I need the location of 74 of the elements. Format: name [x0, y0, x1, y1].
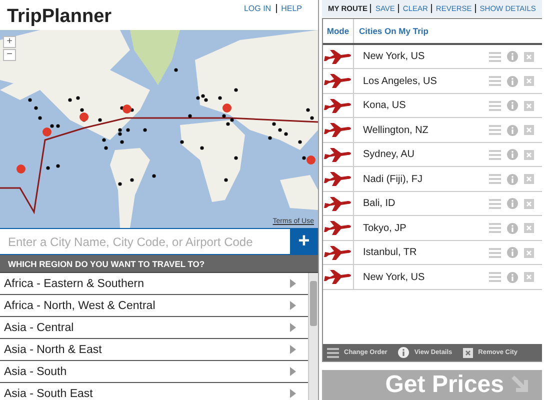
airplane-icon	[324, 50, 352, 64]
column-header: Cities On My Trip	[358, 26, 428, 36]
drag-handle-icon[interactable]	[489, 198, 501, 209]
drag-handle-icon[interactable]	[489, 76, 501, 86]
info-icon[interactable]	[507, 174, 518, 185]
airplane-icon	[324, 196, 352, 211]
remove-icon[interactable]	[524, 223, 534, 234]
arrow-icon	[290, 279, 296, 288]
region-item[interactable]: Africa - Eastern & Southern	[0, 273, 308, 295]
airplane-icon	[324, 221, 352, 236]
region-item[interactable]: Asia - Central	[0, 317, 308, 339]
info-icon[interactable]	[507, 149, 518, 160]
remove-icon[interactable]	[524, 174, 534, 184]
city-name: Tokyo, JP	[362, 222, 408, 234]
region-item[interactable]: Asia - South	[0, 361, 308, 383]
arrow-icon	[290, 367, 296, 376]
airplane-icon	[324, 148, 352, 162]
info-icon[interactable]	[507, 76, 518, 87]
header-link[interactable]: LOG IN	[242, 4, 274, 13]
arrow-icon	[290, 345, 296, 354]
info-icon[interactable]	[507, 222, 518, 234]
city-name: New York, US	[362, 51, 426, 62]
info-icon[interactable]	[507, 198, 518, 210]
city-name: Istanbul, TR	[362, 247, 418, 258]
info-icon[interactable]	[507, 272, 518, 283]
remove-icon[interactable]	[524, 198, 534, 209]
airplane-icon	[324, 74, 352, 88]
header-link[interactable]: HELP	[276, 4, 304, 13]
drag-handle-icon[interactable]	[489, 248, 501, 258]
city-name: Sydney, AU	[362, 149, 416, 160]
info-icon	[398, 347, 410, 358]
drag-handle-icon	[327, 348, 339, 358]
app-title: TripPlanner	[7, 6, 112, 29]
info-icon[interactable]	[507, 124, 518, 136]
drag-handle-icon[interactable]	[489, 125, 501, 136]
remove-icon[interactable]	[524, 150, 534, 160]
remove-icon[interactable]	[524, 76, 534, 86]
city-name: Wellington, NZ	[362, 124, 430, 136]
drag-handle-icon[interactable]	[489, 100, 501, 111]
arrow-icon	[290, 323, 296, 332]
remove-icon	[463, 348, 474, 358]
scrollbar[interactable]	[308, 273, 318, 400]
city-name: Nadi (Fiji), FJ	[362, 174, 424, 185]
city-name: Kona, US	[362, 100, 407, 112]
remove-icon[interactable]	[524, 100, 534, 111]
drag-handle-icon[interactable]	[489, 52, 501, 62]
remove-icon[interactable]	[524, 125, 534, 136]
drag-handle-icon[interactable]	[489, 223, 501, 234]
region-item[interactable]: Africa - North, West & Central	[0, 295, 308, 317]
airplane-icon	[324, 123, 352, 138]
city-name: New York, US	[362, 272, 426, 283]
info-icon[interactable]	[507, 100, 518, 112]
city-name: Bali, ID	[362, 198, 396, 210]
info-icon[interactable]	[507, 51, 518, 62]
drag-handle-icon[interactable]	[489, 150, 501, 160]
column-header: Mode	[323, 18, 354, 43]
remove-icon[interactable]	[524, 272, 534, 282]
airplane-icon	[324, 172, 352, 186]
zoom-in-button[interactable]: +	[3, 36, 16, 48]
city-name: Los Angeles, US	[362, 76, 438, 87]
city-search-field[interactable]: Enter a City Name, City Code, or Airport Code	[0, 229, 290, 254]
zoom-out-button[interactable]: −	[3, 49, 16, 61]
info-icon[interactable]	[507, 247, 518, 258]
arrow-icon	[290, 301, 296, 310]
airplane-icon	[324, 270, 352, 284]
drag-handle-icon[interactable]	[489, 272, 501, 282]
airplane-icon	[324, 246, 352, 260]
region-item[interactable]: Asia - North & East	[0, 339, 308, 361]
drag-handle-icon[interactable]	[489, 174, 501, 184]
arrow-icon	[290, 389, 296, 398]
region-heading: WHICH REGION DO YOU WANT TO TRAVEL TO?	[0, 255, 318, 272]
remove-icon[interactable]	[524, 52, 534, 62]
remove-icon[interactable]	[524, 248, 534, 258]
airplane-icon	[324, 98, 352, 113]
